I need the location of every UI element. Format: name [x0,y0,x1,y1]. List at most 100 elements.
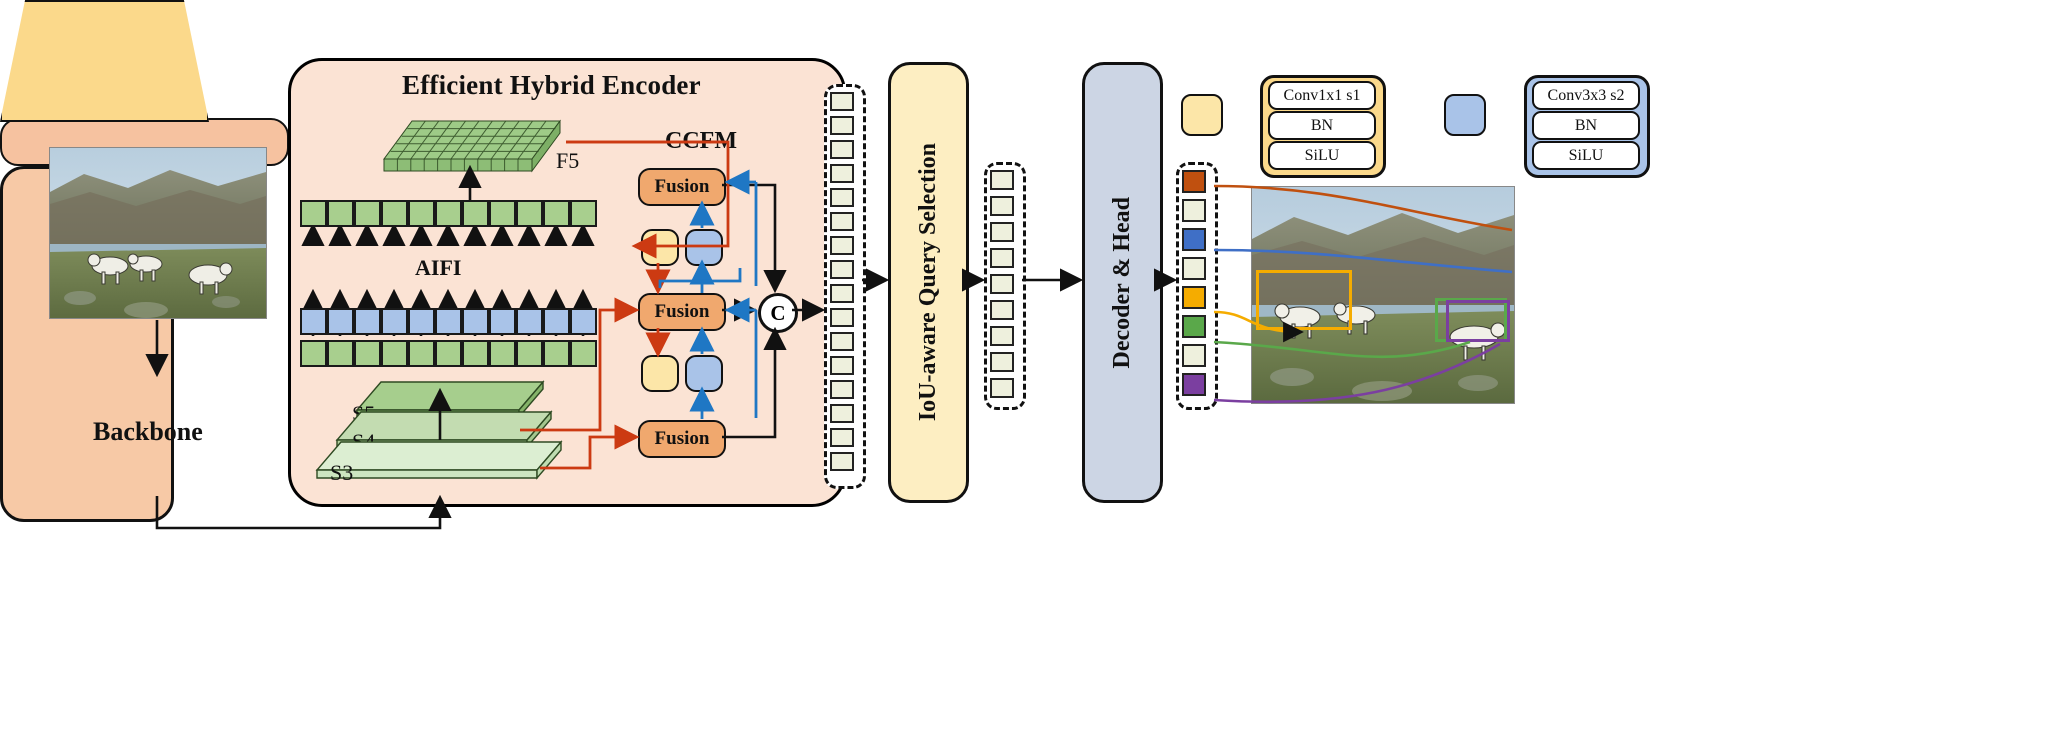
legend-text: BN [1574,116,1598,134]
aifi-label: AIFI [415,255,462,280]
legend-row-silu-blue: SiLU [1532,141,1640,170]
legend-text: SiLU [1304,146,1340,164]
iou-aware-query-selection: IoU-aware Query Selection [888,62,969,503]
concat-node: C [758,293,798,333]
prediction-cell [1182,286,1206,309]
selected-query-cell [990,378,1014,398]
s3-label: S3 [330,460,354,485]
aifi-output-token [381,200,408,227]
query-cell [830,116,854,135]
query-cell [830,452,854,471]
selected-query-cell [990,248,1014,268]
prediction-cell [1182,373,1206,396]
aifi-input-token-blue [300,308,327,335]
query-cell [830,308,854,327]
legend-text: SiLU [1568,146,1604,164]
aifi-input-token-blue [354,308,381,335]
query-cell [830,404,854,423]
aifi-input-token-green [543,340,570,367]
f5-feature-map [382,115,562,180]
selected-query-cell [990,300,1014,320]
legend-text: Conv3x3 s2 [1547,86,1625,104]
legend-row-conv1x1: Conv1x1 s1 [1268,81,1376,110]
aifi-input-token-blue [543,308,570,335]
encoder-title: Efficient Hybrid Encoder [402,70,701,100]
aifi-input-token-blue [570,308,597,335]
selected-query-cell [990,326,1014,346]
conv1x1-block-upper [641,229,679,266]
aifi-input-token-green [489,340,516,367]
selected-query-cell [990,170,1014,190]
aifi-input-token-green [300,340,327,367]
selected-query-cell [990,352,1014,372]
backbone-trapezoid [0,0,209,122]
query-cell [830,92,854,111]
aifi-input-token-green [435,340,462,367]
legend-row-silu-yellow: SiLU [1268,141,1376,170]
legend-text: Conv1x1 s1 [1283,86,1361,104]
f5-label: F5 [556,148,580,173]
aifi-input-token-green [516,340,543,367]
legend-row-bn-yellow: BN [1268,111,1376,140]
selected-query-cell [990,222,1014,242]
aifi-input-token-blue [327,308,354,335]
backbone-label: Backbone [93,417,203,446]
input-image [49,147,267,319]
legend-row-conv3x3: Conv3x3 s2 [1532,81,1640,110]
decoder-label: Decoder & Head [1109,196,1135,369]
aifi-output-token [354,200,381,227]
detection-box-purple [1446,300,1510,342]
query-cell [830,140,854,159]
aifi-input-token-blue [462,308,489,335]
query-cell [830,260,854,279]
aifi-input-token-green [462,340,489,367]
query-cell [830,212,854,231]
detection-box-yellow [1256,270,1352,330]
query-cell [830,356,854,375]
query-cell [830,164,854,183]
query-cell [830,332,854,351]
legend-chip-blue [1444,94,1486,136]
selected-query-cell [990,274,1014,294]
conv3x3-block-upper [685,229,723,266]
selected-query-cell [990,196,1014,216]
aifi-input-token-green [381,340,408,367]
fusion-label: Fusion [654,428,710,449]
prediction-cell [1182,344,1206,367]
ccfm-title: CCFM [665,128,737,154]
aifi-input-token-blue [408,308,435,335]
iou-label: IoU-aware Query Selection [915,143,941,422]
query-cell [830,188,854,207]
query-cell [830,236,854,255]
conv1x1-block-lower [641,355,679,392]
backbone-module [0,0,209,122]
fusion-block-bottom: Fusion [638,420,726,458]
query-cell [830,428,854,447]
aifi-output-token [435,200,462,227]
aifi-output-token [570,200,597,227]
aifi-output-token [327,200,354,227]
legend-chip-yellow [1181,94,1223,136]
aifi-input-token-green [327,340,354,367]
aifi-output-token [543,200,570,227]
decoder-and-head: Decoder & Head [1082,62,1163,503]
aifi-output-token [300,200,327,227]
aifi-output-token [408,200,435,227]
prediction-cell [1182,228,1206,251]
query-cell [830,380,854,399]
aifi-input-token-blue [489,308,516,335]
concat-label: C [770,300,786,325]
prediction-cell [1182,199,1206,222]
prediction-cell [1182,170,1206,193]
aifi-input-token-blue [516,308,543,335]
aifi-input-token-green [408,340,435,367]
fusion-label: Fusion [654,176,710,197]
aifi-output-token [489,200,516,227]
query-cell [830,284,854,303]
aifi-input-token-green [570,340,597,367]
conv3x3-block-lower [685,355,723,392]
legend-row-bn-blue: BN [1532,111,1640,140]
legend-text: BN [1310,116,1334,134]
aifi-input-token-green [354,340,381,367]
fusion-block-top: Fusion [638,168,726,206]
